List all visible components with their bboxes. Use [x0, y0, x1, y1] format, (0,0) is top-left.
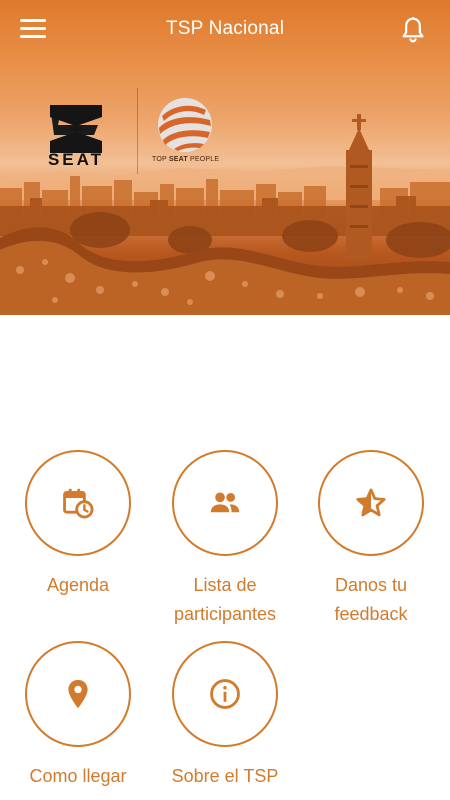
participants-circle-button[interactable]: [172, 450, 278, 556]
menu-item-agenda[interactable]: Agenda: [18, 450, 138, 600]
menu-item-label: Como llegar: [29, 766, 127, 786]
people-icon: [210, 492, 240, 513]
menu-item-label: Danos tu feedback: [334, 575, 408, 624]
hamburger-menu-icon[interactable]: [18, 16, 52, 42]
info-icon: [210, 679, 240, 709]
menu-item-label: Sobre el TSP: [171, 766, 279, 786]
menu-item-directions[interactable]: Como llegar: [18, 641, 138, 791]
menu-item-about[interactable]: Sobre el TSP: [165, 641, 285, 791]
logo-divider: [137, 88, 138, 174]
top-app-bar: TSP Nacional: [0, 0, 450, 58]
top-seat-people-logo-icon: [158, 98, 212, 152]
directions-circle-button[interactable]: [25, 641, 131, 747]
feedback-circle-button[interactable]: [318, 450, 424, 556]
hero-banner: TSP Nacional SEAT TOP SEAT PEOPLE: [0, 0, 450, 315]
calendar-clock-icon: [63, 488, 94, 519]
menu-item-label: Lista de participantes: [173, 575, 277, 624]
menu-item-label: Agenda: [46, 575, 110, 595]
app-screen: TSP Nacional SEAT TOP SEAT PEOPLE Agenda…: [0, 0, 450, 800]
about-circle-button[interactable]: [172, 641, 278, 747]
page-title: TSP Nacional: [165, 18, 285, 39]
menu-item-participants[interactable]: Lista de participantes: [165, 450, 285, 629]
seat-brand-text: SEAT: [47, 150, 105, 169]
menu-item-feedback[interactable]: Danos tu feedback: [311, 450, 431, 629]
top-seat-people-text: TOP SEAT PEOPLE: [152, 156, 220, 163]
bell-icon[interactable]: [398, 15, 428, 45]
location-pin-icon: [68, 679, 88, 709]
agenda-circle-button[interactable]: [25, 450, 131, 556]
star-half-icon: [356, 488, 386, 517]
